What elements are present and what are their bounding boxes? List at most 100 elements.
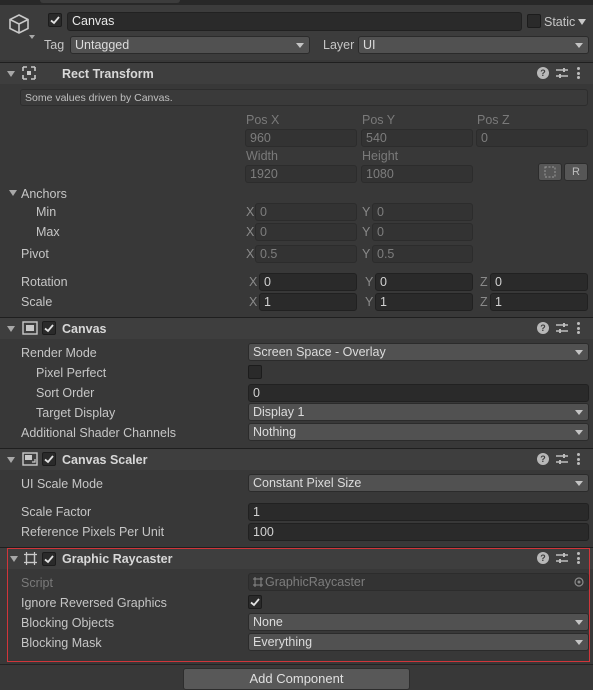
scale-x-field[interactable]: 1 — [259, 293, 357, 311]
rotation-x-field[interactable]: 0 — [259, 273, 357, 291]
rot-x-axis: X — [249, 275, 258, 289]
presets-icon[interactable] — [556, 453, 568, 465]
rect-transform-icon — [22, 66, 36, 80]
min-y-field[interactable]: 0 — [372, 203, 473, 221]
canvas-scaler-icon — [22, 452, 38, 466]
presets-icon[interactable] — [556, 322, 568, 334]
render-mode-value: Screen Space - Overlay — [253, 345, 386, 359]
rotation-y-field[interactable]: 0 — [375, 273, 473, 291]
ref-ppu-label: Reference Pixels Per Unit — [21, 525, 165, 539]
min-x-field[interactable]: 0 — [255, 203, 357, 221]
driven-info-box: Some values driven by Canvas. — [20, 89, 588, 106]
fold-arrow-icon[interactable] — [7, 71, 15, 77]
pos-z-field[interactable]: 0 — [476, 129, 588, 147]
kebab-menu-icon[interactable] — [577, 322, 581, 334]
scale-y-field[interactable]: 1 — [375, 293, 473, 311]
rot-y-axis: Y — [365, 275, 374, 289]
ui-scale-mode-label: UI Scale Mode — [21, 477, 103, 491]
target-display-dropdown[interactable]: Display 1 — [248, 403, 589, 421]
presets-icon[interactable] — [556, 67, 568, 79]
max-y-field[interactable]: 0 — [372, 223, 473, 241]
rect-transform-title: Rect Transform — [62, 67, 154, 81]
pos-x-field[interactable]: 960 — [245, 129, 357, 147]
help-icon[interactable]: ? — [537, 322, 549, 334]
chevron-down-icon — [575, 43, 583, 48]
rotation-label: Rotation — [21, 275, 68, 289]
gameobject-name-field[interactable]: Canvas — [67, 12, 522, 31]
kebab-menu-icon[interactable] — [577, 67, 581, 79]
pos-y-field[interactable]: 540 — [361, 129, 473, 147]
anchors-label[interactable]: Anchors — [21, 186, 67, 202]
canvas-icon — [22, 321, 38, 335]
min-label: Min — [36, 205, 57, 219]
pivot-x-field[interactable]: 0.5 — [255, 245, 357, 263]
max-x-axis: X — [246, 225, 255, 239]
help-icon[interactable]: ? — [537, 453, 549, 465]
min-x-axis: X — [246, 205, 255, 219]
component-actions: ? — [537, 453, 587, 467]
footer-divider — [0, 664, 593, 665]
scale-z-field[interactable]: 1 — [490, 293, 588, 311]
fold-arrow-icon[interactable] — [7, 457, 15, 463]
max-y-axis: Y — [362, 225, 371, 239]
tab-hint — [40, 0, 180, 3]
icon-dropdown-arrow[interactable] — [29, 35, 35, 39]
pivot-y-field[interactable]: 0.5 — [372, 245, 473, 263]
canvas-scaler-header[interactable]: Canvas Scaler ? — [0, 448, 593, 470]
sort-order-field[interactable]: 0 — [248, 384, 589, 402]
rotation-z-field[interactable]: 0 — [490, 273, 588, 291]
static-label[interactable]: Static — [544, 14, 575, 30]
height-field[interactable]: 1080 — [361, 165, 473, 183]
static-checkbox[interactable] — [527, 14, 541, 28]
rect-transform-header[interactable]: Rect Transform ? — [0, 62, 593, 84]
scale-factor-label: Scale Factor — [21, 505, 92, 519]
scale-y-axis: Y — [365, 295, 374, 309]
ui-scale-mode-dropdown[interactable]: Constant Pixel Size — [248, 474, 589, 492]
chevron-down-icon — [575, 481, 583, 486]
height-label: Height — [362, 149, 399, 163]
anchors-fold-arrow[interactable] — [9, 190, 17, 196]
chevron-down-icon — [575, 350, 583, 355]
layer-label: Layer — [323, 38, 355, 52]
min-y-axis: Y — [362, 205, 371, 219]
component-actions: ? — [537, 67, 587, 81]
pos-x-label: Pos X — [246, 113, 280, 127]
active-checkbox[interactable] — [48, 13, 62, 27]
chevron-down-icon — [575, 410, 583, 415]
pixel-perfect-checkbox[interactable] — [248, 365, 262, 379]
ref-ppu-field[interactable]: 100 — [248, 523, 589, 541]
canvas-title: Canvas — [62, 322, 107, 336]
layer-dropdown[interactable]: UI — [358, 36, 589, 54]
kebab-menu-icon[interactable] — [577, 453, 581, 465]
target-display-label: Target Display — [36, 406, 116, 420]
canvas-enabled-checkbox[interactable] — [42, 321, 56, 335]
pos-y-label: Pos Y — [362, 113, 396, 127]
tag-dropdown[interactable]: Untagged — [70, 36, 310, 54]
shader-channels-dropdown[interactable]: Nothing — [248, 423, 589, 441]
max-x-field[interactable]: 0 — [255, 223, 357, 241]
pivot-label: Pivot — [21, 247, 49, 261]
shader-channels-value: Nothing — [253, 425, 297, 439]
sort-order-label: Sort Order — [36, 386, 95, 400]
help-icon[interactable]: ? — [537, 67, 549, 79]
raw-edit-button[interactable]: R — [564, 163, 588, 181]
width-field[interactable]: 1920 — [245, 165, 357, 183]
rot-z-axis: Z — [480, 275, 488, 289]
tag-label: Tag — [44, 38, 65, 52]
canvas-scaler-enabled-checkbox[interactable] — [42, 452, 56, 466]
fold-arrow-icon[interactable] — [7, 326, 15, 332]
render-mode-label: Render Mode — [21, 346, 97, 360]
blueprint-mode-button[interactable] — [538, 163, 562, 181]
static-dropdown-arrow[interactable] — [578, 19, 586, 25]
pos-z-label: Pos Z — [477, 113, 510, 127]
scale-z-axis: Z — [480, 295, 488, 309]
render-mode-dropdown[interactable]: Screen Space - Overlay — [248, 343, 589, 361]
cube-icon[interactable] — [8, 13, 30, 35]
add-component-button[interactable]: Add Component — [183, 668, 410, 690]
scale-label: Scale — [21, 295, 53, 309]
scale-factor-field[interactable]: 1 — [248, 503, 589, 521]
pivot-x-axis: X — [246, 247, 255, 261]
canvas-header[interactable]: Canvas ? — [0, 317, 593, 339]
scale-x-axis: X — [249, 295, 258, 309]
target-display-value: Display 1 — [253, 405, 305, 419]
